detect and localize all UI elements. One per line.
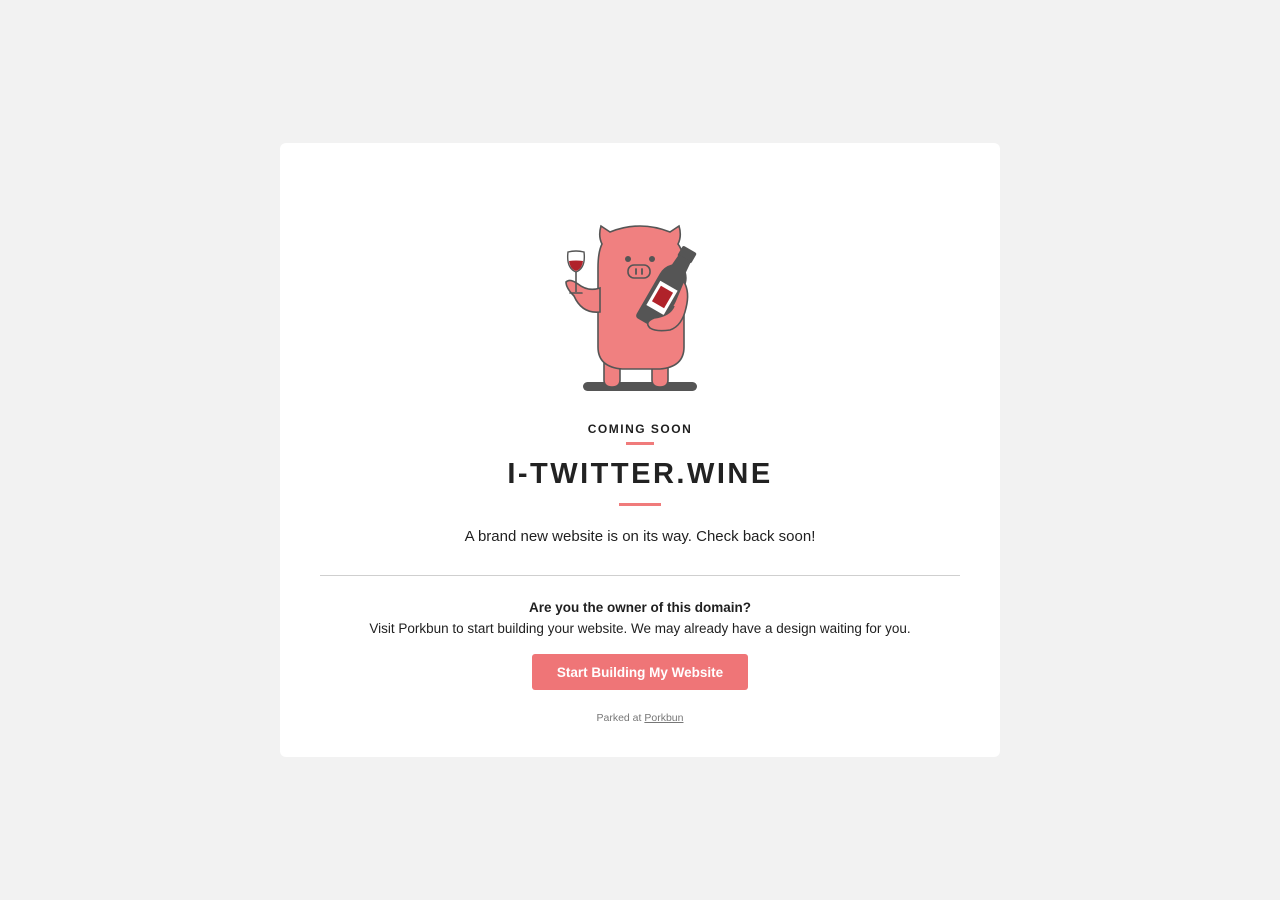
section-divider [320, 575, 960, 576]
owner-question: Are you the owner of this domain? [528, 600, 751, 615]
tagline: A brand new website is on its way. Check… [464, 528, 816, 545]
pig-with-wine-icon [565, 224, 697, 391]
start-building-button[interactable]: Start Building My Website [532, 654, 748, 690]
coming-soon-label: COMING SOON [587, 422, 693, 436]
parked-prefix: Parked at [596, 712, 642, 724]
accent-rule-small [626, 442, 654, 445]
parked-footer: Parked at Porkbun [0, 712, 1280, 724]
accent-rule-title [619, 503, 661, 506]
owner-description: Visit Porkbun to start building your web… [369, 621, 911, 636]
domain-title: I-TWITTER.WINE [507, 458, 773, 490]
porkbun-link[interactable]: Porkbun [644, 712, 683, 724]
